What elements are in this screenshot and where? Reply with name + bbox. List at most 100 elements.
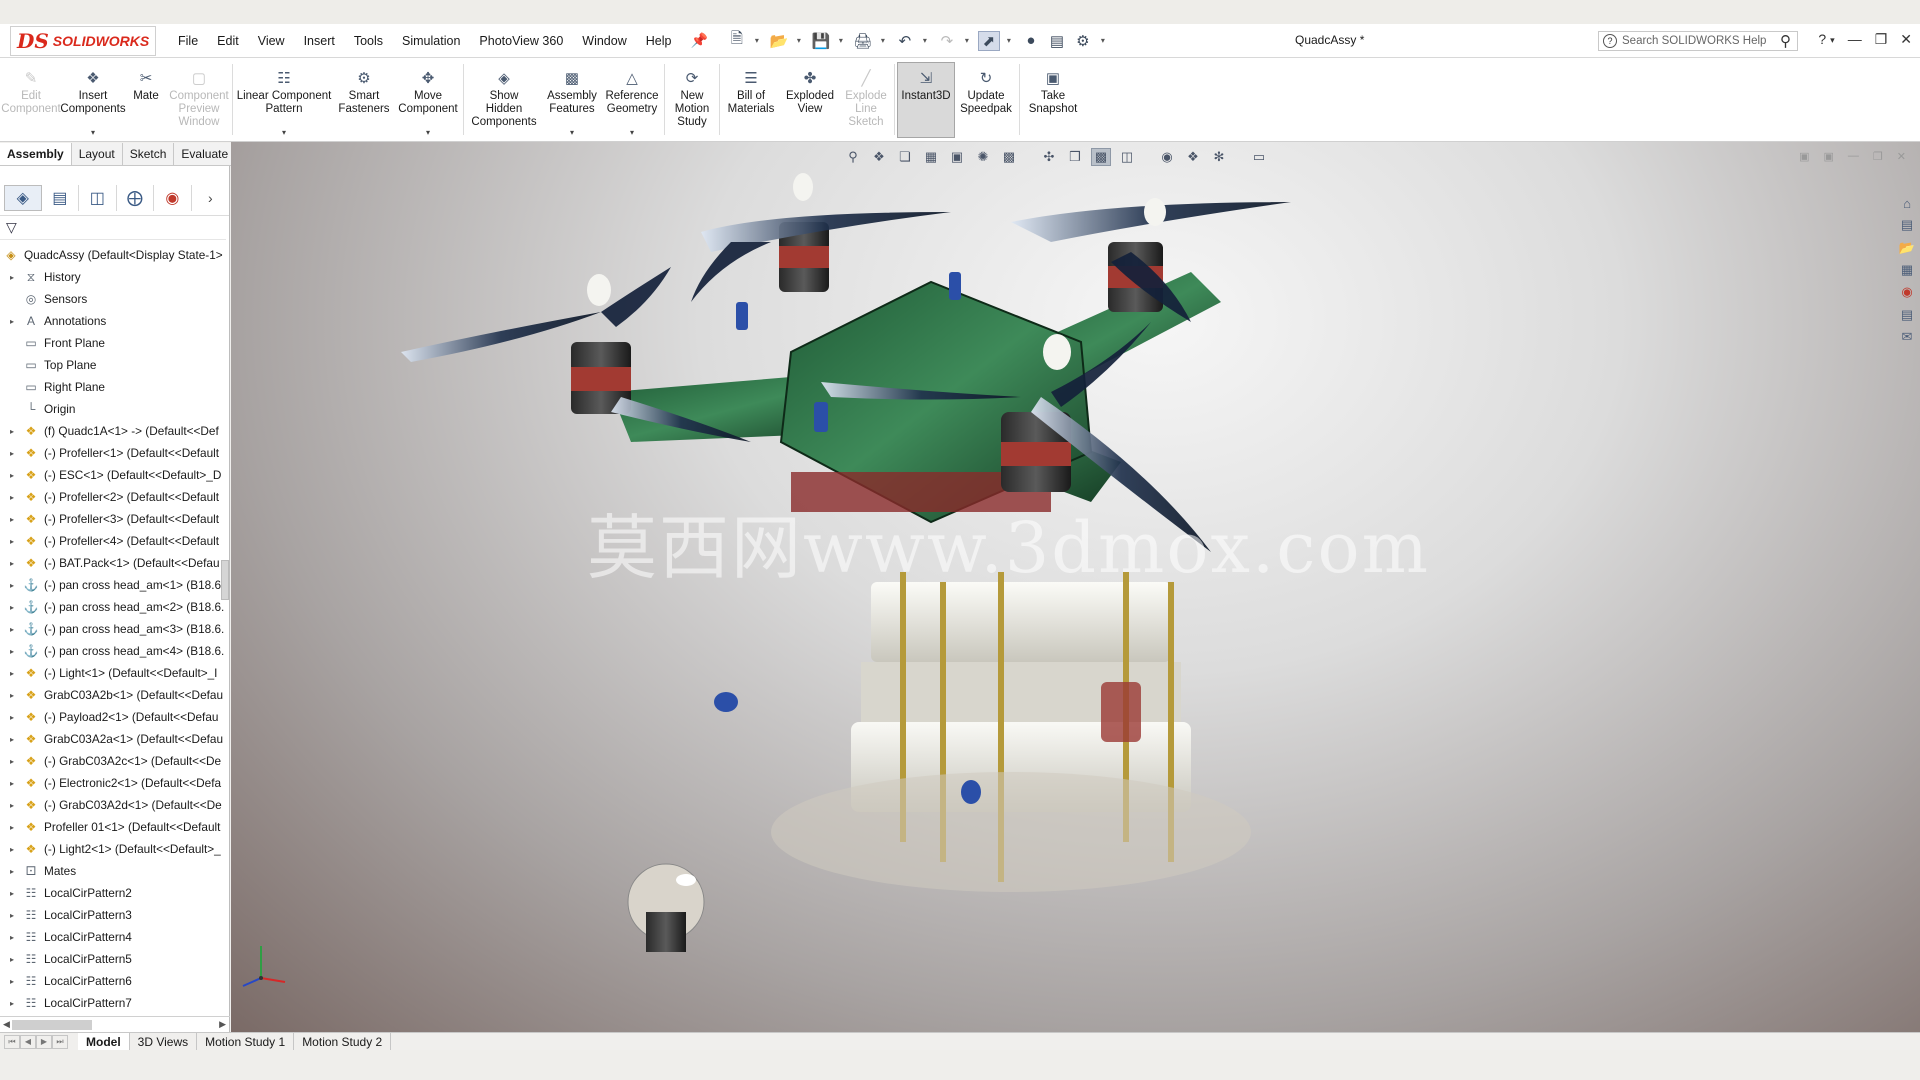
new-document-icon[interactable]: 🗎 bbox=[726, 30, 748, 51]
expand-arrow-icon[interactable]: ▸ bbox=[6, 999, 18, 1008]
tab-assembly[interactable]: Assembly bbox=[0, 143, 72, 165]
menu-help[interactable]: Help bbox=[646, 34, 672, 48]
menu-view[interactable]: View bbox=[258, 34, 285, 48]
tree-item[interactable]: ◎ Sensors bbox=[0, 288, 229, 310]
linear-component-pattern-button[interactable]: ☷ Linear Component Pattern ▾ bbox=[235, 58, 333, 141]
tree-filter[interactable]: ▽ bbox=[0, 216, 226, 240]
tree-item[interactable]: ▸ ❖ GrabC03A2b<1> (Default<<Defau bbox=[0, 684, 229, 706]
tree-item[interactable]: ▸ ⚓ (-) pan cross head_am<3> (B18.6. bbox=[0, 618, 229, 640]
expand-arrow-icon[interactable]: ▸ bbox=[6, 317, 18, 326]
tree-item[interactable]: ▸ ❖ (f) Quadc1A<1> -> (Default<<Def bbox=[0, 420, 229, 442]
tree-item[interactable]: ▸ ❖ (-) Profeller<2> (Default<<Default bbox=[0, 486, 229, 508]
reference-geometry-button[interactable]: △ Reference Geometry ▾ bbox=[602, 58, 662, 141]
insert-components-button[interactable]: ❖ Insert Components ▾ bbox=[60, 58, 125, 141]
expand-arrow-icon[interactable]: ▸ bbox=[6, 977, 18, 986]
expand-arrow-icon[interactable]: ▸ bbox=[6, 779, 18, 788]
next-tab-icon[interactable]: ▶ bbox=[36, 1034, 52, 1049]
expand-arrow-icon[interactable]: ▸ bbox=[6, 823, 18, 832]
expand-arrow-icon[interactable]: ▸ bbox=[6, 845, 18, 854]
undo-dropdown-icon[interactable]: ▾ bbox=[920, 31, 930, 51]
redo-dropdown-icon[interactable]: ▾ bbox=[962, 31, 972, 51]
move-component-button[interactable]: ✥ Move Component ▾ bbox=[395, 58, 461, 141]
configuration-manager-tab-icon[interactable]: ◫ bbox=[79, 184, 117, 211]
print-dropdown-icon[interactable]: ▾ bbox=[878, 31, 888, 51]
tree-item[interactable]: ▸ ☷ LocalCirPattern2 bbox=[0, 882, 229, 904]
menu-photoview-360[interactable]: PhotoView 360 bbox=[479, 34, 563, 48]
help-dropdown-icon[interactable]: ▾ bbox=[1830, 35, 1835, 48]
options-gear-icon[interactable]: ⚙ bbox=[1072, 31, 1094, 51]
show-hidden-components-button[interactable]: ◈ Show Hidden Components bbox=[466, 58, 542, 141]
tree-item[interactable]: ▸ ❖ (-) Light2<1> (Default<<Default>_ bbox=[0, 838, 229, 860]
menu-insert[interactable]: Insert bbox=[304, 34, 335, 48]
tree-horizontal-scrollbar[interactable]: ◀ ▶ bbox=[0, 1016, 230, 1032]
first-tab-icon[interactable]: ⏮ bbox=[4, 1034, 20, 1049]
mate-button[interactable]: ✂ Mate bbox=[124, 58, 168, 141]
pin-icon[interactable]: 📌 bbox=[690, 32, 707, 49]
edit-component-button[interactable]: ✎ Edit Component bbox=[0, 58, 62, 141]
bottom-tab-model[interactable]: Model bbox=[78, 1033, 130, 1050]
dimxpert-tab-icon[interactable]: ⨁ bbox=[117, 184, 155, 211]
help-search-input[interactable]: ? Search SOLIDWORKS Help ⚲ bbox=[1598, 31, 1798, 51]
tree-item[interactable]: ▸ ❖ (-) Electronic2<1> (Default<<Defa bbox=[0, 772, 229, 794]
open-icon[interactable]: 📂 bbox=[768, 31, 790, 51]
tree-item[interactable]: ▸ ⚓ (-) pan cross head_am<2> (B18.6. bbox=[0, 596, 229, 618]
tree-item[interactable]: ▸ ☷ LocalCirPattern6 bbox=[0, 970, 229, 992]
expand-arrow-icon[interactable]: ▸ bbox=[6, 581, 18, 590]
filter-icon[interactable]: ▽ bbox=[6, 219, 17, 236]
save-icon[interactable]: 💾 bbox=[810, 31, 832, 51]
expand-arrow-icon[interactable]: ▸ bbox=[6, 273, 18, 282]
instant3d-button[interactable]: ⇲ Instant3D bbox=[897, 62, 955, 138]
chevron-down-icon[interactable]: ▾ bbox=[282, 126, 286, 139]
expand-arrow-icon[interactable]: ▸ bbox=[6, 801, 18, 810]
expand-arrow-icon[interactable]: ▸ bbox=[6, 493, 18, 502]
tree-item[interactable]: ▸ ☷ LocalCirPattern3 bbox=[0, 904, 229, 926]
restore-icon[interactable]: ❐ bbox=[1875, 31, 1888, 48]
tree-item[interactable]: ▸ ❖ (-) GrabC03A2d<1> (Default<<De bbox=[0, 794, 229, 816]
expand-arrow-icon[interactable]: ▸ bbox=[6, 471, 18, 480]
scroll-left-icon[interactable]: ◀ bbox=[3, 1019, 10, 1030]
tree-item[interactable]: ▸ ❖ GrabC03A2a<1> (Default<<Defau bbox=[0, 728, 229, 750]
assembly-features-button[interactable]: ▩ Assembly Features ▾ bbox=[542, 58, 602, 141]
tree-item[interactable]: └ Origin bbox=[0, 398, 229, 420]
chevron-down-icon[interactable]: ▾ bbox=[91, 126, 95, 139]
prev-tab-icon[interactable]: ◀ bbox=[20, 1034, 36, 1049]
chevron-down-icon[interactable]: ▾ bbox=[570, 126, 574, 139]
chevron-down-icon[interactable]: ▾ bbox=[630, 126, 634, 139]
expand-arrow-icon[interactable]: ▸ bbox=[6, 867, 18, 876]
scroll-thumb[interactable] bbox=[12, 1020, 92, 1030]
tree-item[interactable]: ▭ Right Plane bbox=[0, 376, 229, 398]
select-icon[interactable]: ⬈ bbox=[977, 30, 1000, 51]
expand-arrow-icon[interactable]: ▸ bbox=[6, 911, 18, 920]
expand-arrow-icon[interactable]: ▸ bbox=[6, 955, 18, 964]
tab-layout[interactable]: Layout bbox=[72, 143, 123, 165]
tree-item[interactable]: ▸ ☷ LocalCirPattern7 bbox=[0, 992, 229, 1014]
tree-item[interactable]: ▸ ❖ (-) Payload2<1> (Default<<Defau bbox=[0, 706, 229, 728]
tree-item[interactable]: ▸ ⚀ Mates bbox=[0, 860, 229, 882]
component-preview-window-button[interactable]: ▢ Component Preview Window bbox=[168, 58, 230, 141]
close-icon[interactable]: ✕ bbox=[1900, 31, 1912, 48]
tree-item[interactable]: ▸ ❖ (-) Profeller<3> (Default<<Default bbox=[0, 508, 229, 530]
tree-splitter[interactable] bbox=[221, 560, 229, 600]
expand-arrow-icon[interactable]: ▸ bbox=[6, 669, 18, 678]
file-properties-icon[interactable]: ▤ bbox=[1046, 31, 1068, 51]
open-dropdown-icon[interactable]: ▾ bbox=[794, 31, 804, 51]
scroll-right-icon[interactable]: ▶ bbox=[219, 1019, 226, 1030]
tree-item[interactable]: ▸ ☷ LocalCirPattern4 bbox=[0, 926, 229, 948]
expand-arrow-icon[interactable]: ▸ bbox=[6, 889, 18, 898]
solidworks-logo[interactable]: DS SOLIDWORKS bbox=[10, 25, 156, 56]
expand-arrow-icon[interactable]: ▸ bbox=[6, 625, 18, 634]
tree-item[interactable]: ▸ ☷ LocalCirPattern5 bbox=[0, 948, 229, 970]
bill-of-materials-button[interactable]: ☰ Bill of Materials bbox=[722, 58, 780, 141]
tree-item[interactable]: ▭ Front Plane bbox=[0, 332, 229, 354]
tree-item[interactable]: ▸ ❖ Profeller 01<1> (Default<<Default bbox=[0, 816, 229, 838]
rebuild-icon[interactable]: ● bbox=[1020, 31, 1042, 51]
tree-item[interactable]: ▸ A Annotations bbox=[0, 310, 229, 332]
tree-item[interactable]: ▸ ❖ (-) BAT.Pack<1> (Default<<Defau bbox=[0, 552, 229, 574]
expand-arrow-icon[interactable]: ▸ bbox=[6, 449, 18, 458]
tree-item[interactable]: ▸ ⚓ (-) pan cross head_am<1> (B18.6. bbox=[0, 574, 229, 596]
expand-arrow-icon[interactable]: ▸ bbox=[6, 559, 18, 568]
expand-arrow-icon[interactable]: ▸ bbox=[6, 603, 18, 612]
expand-arrow-icon[interactable]: ▸ bbox=[6, 757, 18, 766]
search-icon[interactable]: ⚲ bbox=[1780, 32, 1791, 50]
new-dropdown-icon[interactable]: ▾ bbox=[752, 31, 762, 51]
